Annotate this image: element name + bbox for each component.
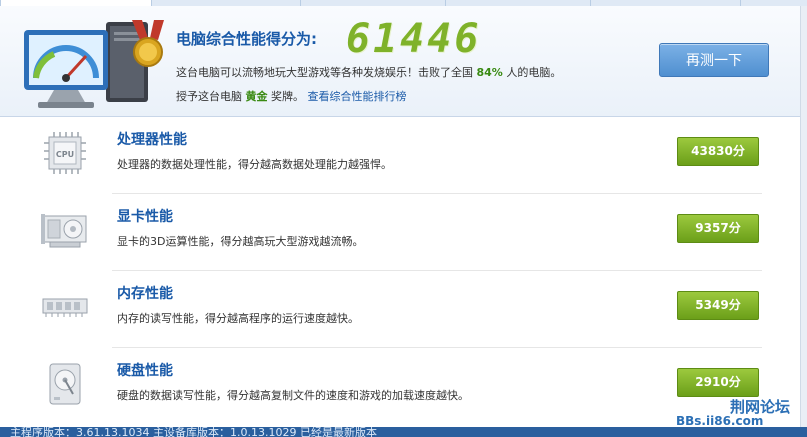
item-description: 硬盘的数据读写性能，得分越高复制文件的速度和游戏的加载速度越快。 xyxy=(117,389,469,402)
graphics-card-icon xyxy=(41,214,87,248)
item-description: 显卡的3D运算性能，得分越高玩大型游戏越流畅。 xyxy=(117,235,364,248)
total-score: 61446 xyxy=(346,16,482,62)
list-item-graphics: 显卡性能 显卡的3D运算性能，得分越高玩大型游戏越流畅。 9357分 xyxy=(0,194,807,271)
svg-text:CPU: CPU xyxy=(56,150,74,159)
item-name: 内存性能 xyxy=(117,286,173,302)
score-badge: 43830分 xyxy=(677,137,759,166)
description-text: 这台电脑可以流畅地玩大型游戏等各种发烧娱乐！击败了全国 xyxy=(176,66,477,79)
scrollbar-track[interactable] xyxy=(800,6,807,427)
score-badge: 5349分 xyxy=(677,291,759,320)
watermark: 荆网论坛 BBs.ii86.com xyxy=(676,395,804,429)
item-name: 硬盘性能 xyxy=(117,363,173,379)
item-description: 内存的读写性能，得分越高程序的运行速度越快。 xyxy=(117,312,359,325)
watermark-url: BBs.ii86.com xyxy=(676,414,764,428)
award-medal: 黄金 xyxy=(245,90,268,103)
score-badge: 2910分 xyxy=(677,368,759,397)
item-name: 处理器性能 xyxy=(117,132,187,148)
item-description: 处理器的数据处理性能，得分越高数据处理能力越强悍。 xyxy=(117,158,392,171)
cpu-icon: CPU xyxy=(44,132,86,174)
version-info: 主程序版本：3.61.13.1034 主设备库版本：1.0.13.1029 已经… xyxy=(10,427,377,437)
score-title: 电脑综合性能得分为: xyxy=(176,30,317,48)
ranking-link[interactable]: 查看综合性能排行榜 xyxy=(308,90,407,103)
award-text: 奖牌。 xyxy=(267,90,304,103)
status-bar: 主程序版本：3.61.13.1034 主设备库版本：1.0.13.1029 已经… xyxy=(0,427,807,437)
memory-icon xyxy=(42,298,88,317)
retest-button[interactable]: 再测一下 xyxy=(659,43,769,77)
score-description: 这台电脑可以流畅地玩大型游戏等各种发烧娱乐！击败了全国 84% 人的电脑。 xyxy=(176,64,561,80)
hard-disk-icon xyxy=(49,363,81,405)
list-item-memory: 内存性能 内存的读写性能，得分越高程序的运行速度越快。 5349分 xyxy=(0,271,807,348)
component-score-list: CPU 处理器性能 处理器的数据处理性能，得分越高数据处理能力越强悍。 4383… xyxy=(0,117,807,427)
award-line: 授予这台电脑 黄金 奖牌。 查看综合性能排行榜 xyxy=(176,88,407,104)
beat-percent: 84% xyxy=(476,66,503,79)
item-name: 显卡性能 xyxy=(117,209,173,225)
description-text: 人的电脑。 xyxy=(502,66,562,79)
score-summary-panel: 电脑综合性能得分为: 61446 这台电脑可以流畅地玩大型游戏等各种发烧娱乐！击… xyxy=(0,6,807,117)
monitor-speedometer-icon xyxy=(24,20,164,108)
award-text: 授予这台电脑 xyxy=(176,90,246,103)
score-badge: 9357分 xyxy=(677,214,759,243)
list-item-cpu: CPU 处理器性能 处理器的数据处理性能，得分越高数据处理能力越强悍。 4383… xyxy=(0,117,807,194)
